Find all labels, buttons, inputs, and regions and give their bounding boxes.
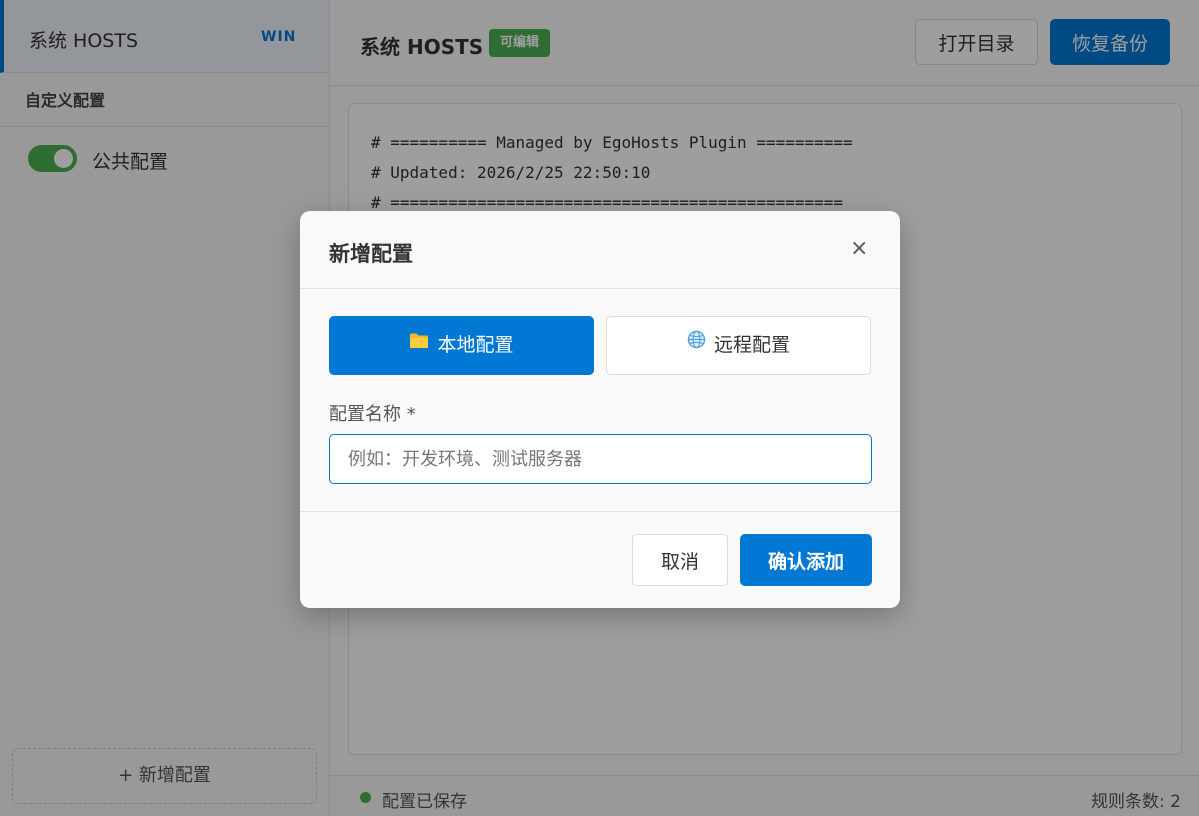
remote-config-tab[interactable]: 远程配置	[606, 316, 871, 375]
close-icon[interactable]: ×	[850, 236, 868, 261]
globe-icon	[687, 315, 706, 372]
local-config-tab[interactable]: 本地配置	[329, 316, 594, 375]
dialog-header: 新增配置 ×	[300, 211, 900, 289]
dialog-title: 新增配置	[329, 242, 413, 266]
app-window: 系统 HOSTS WIN 自定义配置 公共配置 + 新增配置 系统 HOSTS …	[0, 0, 1199, 816]
confirm-add-button[interactable]: 确认添加	[740, 534, 872, 586]
folder-icon	[409, 315, 429, 372]
dialog-footer: 取消 确认添加	[300, 511, 900, 608]
remote-config-label: 远程配置	[713, 334, 790, 356]
config-name-field-label: 配置名称 *	[329, 404, 416, 425]
local-config-label: 本地配置	[437, 334, 514, 356]
cancel-button[interactable]: 取消	[632, 534, 728, 586]
add-config-dialog: 新增配置 × 本地配置 远程配置 配置名称 * 例如：开发环境、测试服务器 取消…	[300, 211, 900, 608]
config-name-input[interactable]	[329, 434, 872, 484]
